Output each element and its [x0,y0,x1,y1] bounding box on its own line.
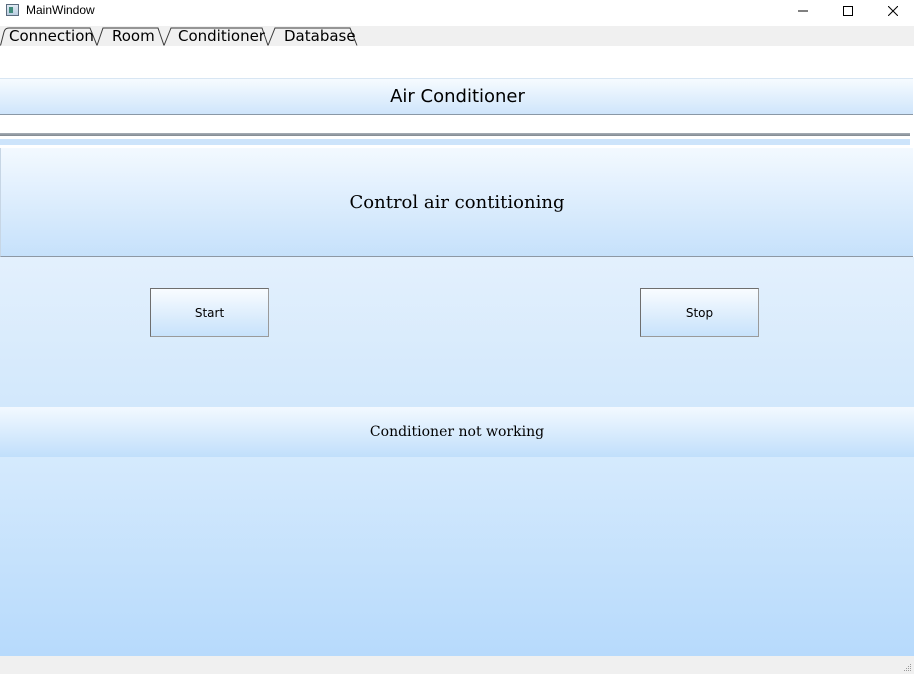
tab-conditioner[interactable]: Conditioner [178,26,265,46]
page-title: Air Conditioner [390,86,525,107]
stop-button[interactable]: Stop [640,288,759,337]
status-bar: Conditioner not working [0,407,914,457]
maximize-icon [843,6,853,16]
close-button[interactable] [870,0,914,22]
header-bar: Air Conditioner [0,78,913,115]
title-bar[interactable]: MainWindow [0,0,914,22]
tab-database[interactable]: Database [284,26,356,46]
separator [0,133,910,136]
empty-panel [0,457,914,656]
minimize-icon [798,10,808,12]
size-grip-icon[interactable] [902,662,912,672]
control-title: Control air contitioning [349,191,565,213]
tab-room[interactable]: Room [112,26,155,46]
window-title: MainWindow [26,3,95,17]
control-panel: Control air contitioning [0,148,913,257]
minimize-button[interactable] [780,0,826,22]
tab-connection[interactable]: Connection [9,26,94,46]
status-text: Conditioner not working [369,424,545,440]
main-window: MainWindow Connection Room Conditioner D… [0,0,914,674]
maximize-button[interactable] [825,0,871,22]
window-status-strip [0,656,914,674]
app-window-icon [6,4,19,16]
tab-content-conditioner: Air Conditioner Control air contitioning… [0,46,914,656]
tab-bar: Connection Room Conditioner Database [0,26,914,46]
start-button[interactable]: Start [150,288,269,337]
close-icon [888,6,898,16]
buttons-area: Start Stop [0,257,914,407]
separator [0,139,910,145]
